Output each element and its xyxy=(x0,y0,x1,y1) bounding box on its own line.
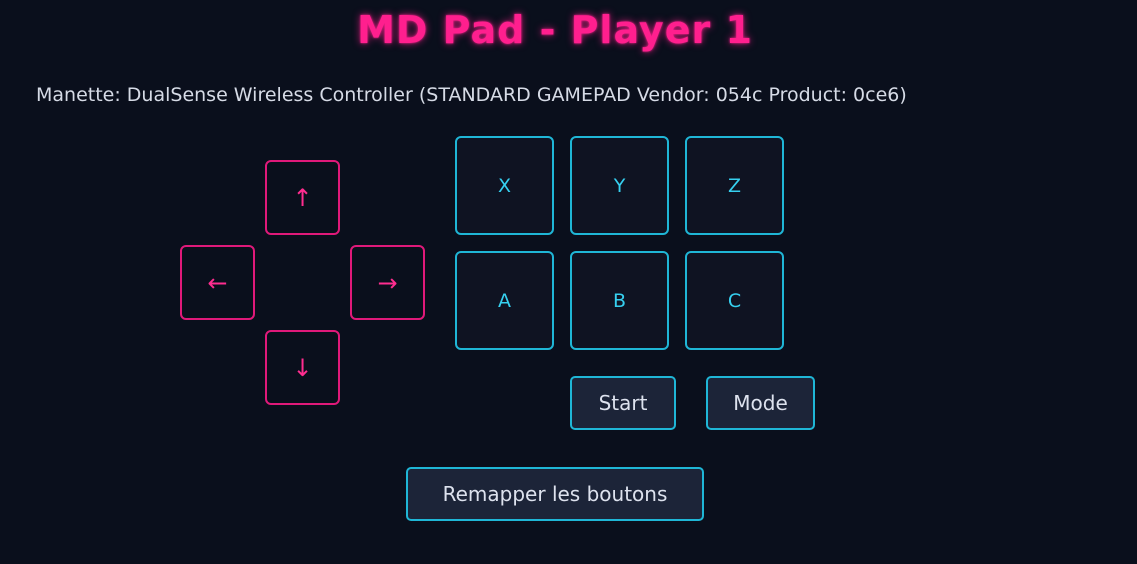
b-button-label: B xyxy=(612,289,627,312)
dpad-left-button[interactable]: ← xyxy=(180,245,255,320)
remap-buttons-button[interactable]: Remapper les boutons xyxy=(406,467,704,521)
x-button-label: X xyxy=(497,174,512,197)
page-title: MD Pad - Player 1 xyxy=(357,8,753,52)
arrow-up-icon: ↑ xyxy=(292,183,313,212)
z-button-label: Z xyxy=(727,174,742,197)
arrow-left-icon: ← xyxy=(207,268,228,297)
y-button[interactable]: Y xyxy=(570,136,669,235)
controller-info: Manette: DualSense Wireless Controller (… xyxy=(36,84,907,106)
dpad-down-button[interactable]: ↓ xyxy=(265,330,340,405)
x-button[interactable]: X xyxy=(455,136,554,235)
c-button-label: C xyxy=(727,289,742,312)
gamepad-page: MD Pad - Player 1 Manette: DualSense Wir… xyxy=(0,0,1137,564)
a-button-label: A xyxy=(498,289,511,312)
mode-button[interactable]: Mode xyxy=(706,376,815,430)
a-button[interactable]: A xyxy=(455,251,554,350)
dpad-right-button[interactable]: → xyxy=(350,245,425,320)
y-button-label: Y xyxy=(613,174,626,197)
dpad-up-button[interactable]: ↑ xyxy=(265,160,340,235)
start-button[interactable]: Start xyxy=(570,376,676,430)
c-button[interactable]: C xyxy=(685,251,784,350)
arrow-down-icon: ↓ xyxy=(292,353,313,382)
z-button[interactable]: Z xyxy=(685,136,784,235)
arrow-right-icon: → xyxy=(377,268,398,297)
b-button[interactable]: B xyxy=(570,251,669,350)
